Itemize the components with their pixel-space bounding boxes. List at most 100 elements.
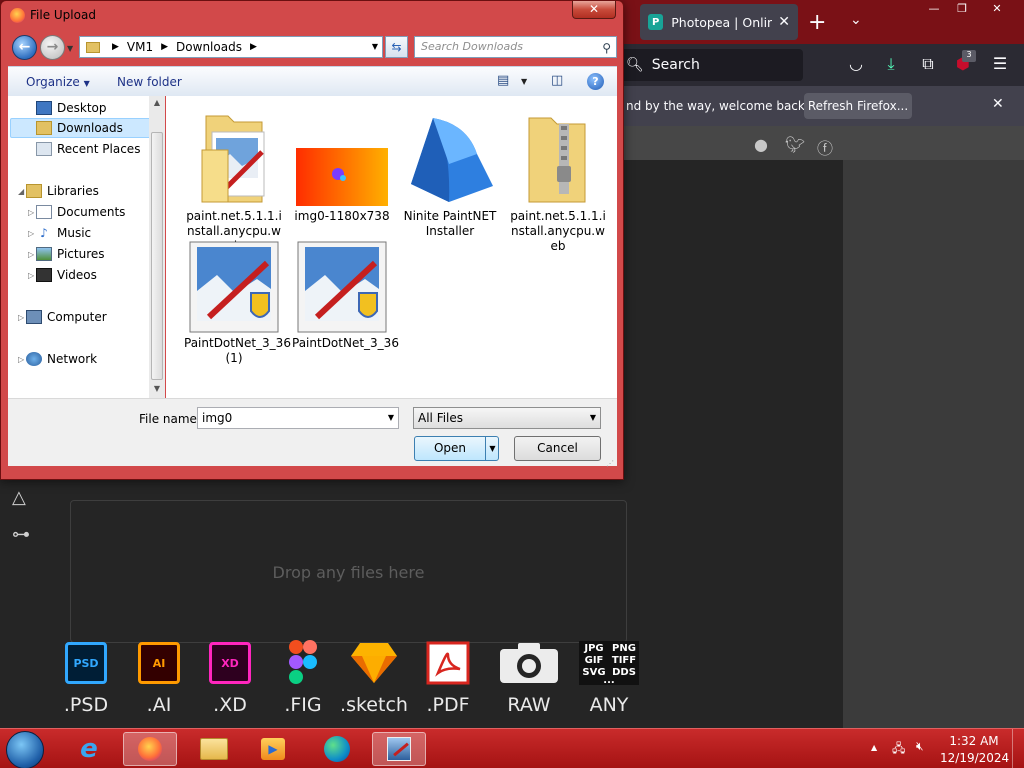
new-tab-button[interactable]: + bbox=[808, 10, 826, 35]
format-psd[interactable]: PSD .PSD bbox=[51, 638, 121, 716]
network-tray-icon[interactable]: 🖧 bbox=[892, 739, 908, 755]
help-icon[interactable]: ? bbox=[587, 73, 604, 90]
download-icon[interactable]: ⤓ bbox=[881, 54, 901, 74]
file-name: img0-1180x738 bbox=[294, 209, 390, 223]
chevron-right-icon[interactable]: ▶ bbox=[250, 42, 257, 52]
back-button[interactable]: ← bbox=[12, 35, 37, 60]
file-item[interactable]: PaintDotNet_3_36 bbox=[292, 239, 399, 351]
ninite-icon bbox=[411, 118, 493, 202]
taskbar-paint-net[interactable] bbox=[372, 732, 426, 766]
clock-date[interactable]: 12/19/2024 bbox=[940, 751, 1009, 765]
collapsed-arrow-icon[interactable]: ▷ bbox=[28, 250, 34, 259]
cancel-button[interactable]: Cancel bbox=[514, 436, 601, 461]
filetype-select[interactable]: All Files ▼ bbox=[413, 407, 601, 429]
filename-input[interactable]: img0 ▼ bbox=[197, 407, 399, 429]
new-folder-button[interactable]: New folder bbox=[117, 75, 182, 89]
file-item[interactable]: paint.net.5.1.1.install.anycpu.web bbox=[184, 102, 284, 254]
pictures-icon bbox=[36, 247, 52, 261]
refresh-button[interactable]: ⇆ bbox=[385, 36, 408, 58]
reddit-icon[interactable]: ● bbox=[751, 135, 771, 155]
tab-close-icon[interactable]: ✕ bbox=[778, 14, 790, 30]
expanded-arrow-icon[interactable]: ◢ bbox=[18, 187, 24, 196]
search-input[interactable]: Search Downloads ⚲ bbox=[414, 36, 617, 58]
taskbar-firefox[interactable] bbox=[123, 732, 177, 766]
scrollbar-thumb[interactable] bbox=[151, 132, 163, 380]
address-bar[interactable]: ▶ VM1 ▶ Downloads ▶ ▼ bbox=[79, 36, 383, 58]
window-close-button[interactable]: ✕ bbox=[985, 2, 1009, 16]
collapsed-arrow-icon[interactable]: ▷ bbox=[28, 271, 34, 280]
file-list: paint.net.5.1.1.install.anycpu.web img0-… bbox=[166, 96, 617, 398]
format-xd[interactable]: XD .XD bbox=[195, 638, 265, 716]
breadcrumb-downloads[interactable]: Downloads bbox=[176, 40, 242, 54]
clock-time[interactable]: 1:32 AM bbox=[944, 734, 1004, 748]
minimize-button[interactable]: — bbox=[920, 2, 948, 16]
sidebar-item-network[interactable]: Network bbox=[26, 349, 168, 369]
organize-button[interactable]: Organize ▼ bbox=[26, 75, 90, 89]
tab-photopea[interactable]: P Photopea | Online ✕ bbox=[640, 4, 798, 40]
gamepad-icon[interactable]: ⊶ bbox=[12, 524, 30, 545]
format-sketch[interactable]: .sketch bbox=[339, 638, 409, 716]
tab-list-chevron-icon[interactable]: ⌄ bbox=[850, 12, 862, 28]
format-label: .XD bbox=[213, 694, 247, 716]
collapsed-arrow-icon[interactable]: ▷ bbox=[28, 208, 34, 217]
view-options-chevron-icon[interactable]: ▼ bbox=[521, 77, 527, 86]
resize-grip-icon[interactable]: ⋰ bbox=[606, 459, 614, 468]
volume-muted-icon[interactable]: 🔇︎ bbox=[916, 739, 932, 755]
format-fig[interactable]: .FIG bbox=[268, 638, 338, 716]
scroll-up-icon[interactable]: ▲ bbox=[149, 98, 165, 107]
maximize-button[interactable]: ❐ bbox=[948, 2, 976, 16]
tray-expand-icon[interactable]: ▲ bbox=[871, 743, 877, 752]
search-icon: ⚲ bbox=[602, 41, 611, 55]
navigation-scrollbar[interactable]: ▲ ▼ bbox=[149, 96, 165, 398]
hamburger-menu-icon[interactable]: ☰ bbox=[990, 54, 1010, 74]
file-item[interactable]: paint.net.5.1.1.install.anycpu.web bbox=[508, 102, 608, 254]
show-desktop-button[interactable] bbox=[1012, 729, 1024, 768]
videos-icon bbox=[36, 268, 52, 282]
collapsed-arrow-icon[interactable]: ▷ bbox=[18, 355, 24, 364]
photopea-triangle-icon[interactable]: △ bbox=[12, 487, 26, 508]
sidebar-item-downloads[interactable]: Downloads bbox=[10, 118, 152, 138]
chevron-right-icon[interactable]: ▶ bbox=[161, 42, 168, 52]
chevron-down-icon[interactable]: ▼ bbox=[590, 408, 596, 428]
breadcrumb-vm1[interactable]: VM1 bbox=[127, 40, 153, 54]
preview-pane-icon[interactable]: ◫ bbox=[551, 73, 563, 88]
refresh-firefox-button[interactable]: Refresh Firefox... bbox=[804, 93, 912, 119]
pocket-icon[interactable]: ◡ bbox=[846, 54, 866, 74]
format-ai[interactable]: AI .AI bbox=[124, 638, 194, 716]
open-options-chevron-icon[interactable]: ▼ bbox=[485, 437, 499, 460]
ai-icon: AI bbox=[138, 642, 180, 684]
format-pdf[interactable]: .PDF bbox=[413, 638, 483, 716]
collapsed-arrow-icon[interactable]: ▷ bbox=[28, 229, 34, 238]
file-item[interactable]: Ninite PaintNET Installer bbox=[400, 102, 500, 239]
format-any[interactable]: JPG PNG GIF TIFF SVG DDS ... ANY bbox=[574, 638, 644, 716]
scroll-down-icon[interactable]: ▼ bbox=[149, 384, 165, 393]
sidebar-item-computer[interactable]: Computer bbox=[26, 307, 168, 327]
change-view-icon[interactable]: ▤ bbox=[497, 73, 509, 88]
facebook-icon[interactable]: ⓕ bbox=[815, 135, 835, 158]
taskbar-media-player[interactable]: ▶ bbox=[246, 732, 300, 766]
file-item[interactable]: PaintDotNet_3_36 (1) bbox=[184, 239, 291, 366]
notification-close-icon[interactable]: ✕ bbox=[992, 96, 1004, 112]
dialog-close-button[interactable]: ✕ bbox=[572, 1, 616, 19]
format-raw[interactable]: RAW bbox=[494, 638, 564, 716]
taskbar-file-explorer[interactable] bbox=[187, 732, 241, 766]
sketch-icon bbox=[351, 643, 397, 683]
sidebar-item-libraries[interactable]: Libraries bbox=[26, 181, 168, 201]
collapsed-arrow-icon[interactable]: ▷ bbox=[18, 313, 24, 322]
psd-icon: PSD bbox=[65, 642, 107, 684]
browser-search-box[interactable]: 🔍︎ Search bbox=[618, 49, 803, 81]
chevron-down-icon[interactable]: ▼ bbox=[388, 408, 394, 428]
open-button[interactable]: Open ▼ bbox=[414, 436, 499, 461]
chevron-down-icon[interactable]: ▼ bbox=[372, 42, 378, 51]
drop-zone[interactable]: Drop any files here bbox=[70, 500, 627, 643]
chevron-right-icon[interactable]: ▶ bbox=[112, 42, 119, 52]
recent-locations-chevron-icon[interactable]: ▼ bbox=[67, 44, 73, 53]
forward-button[interactable]: → bbox=[40, 35, 65, 60]
file-item[interactable]: img0-1180x738 bbox=[292, 102, 392, 224]
paint-net-icon bbox=[387, 737, 411, 761]
start-button[interactable] bbox=[6, 731, 44, 768]
taskbar-internet-explorer[interactable]: e bbox=[62, 732, 116, 766]
extensions-icon[interactable]: ⧉ bbox=[918, 54, 938, 74]
twitter-icon[interactable]: 🐦︎ bbox=[785, 135, 805, 155]
taskbar-edge[interactable] bbox=[310, 732, 364, 766]
